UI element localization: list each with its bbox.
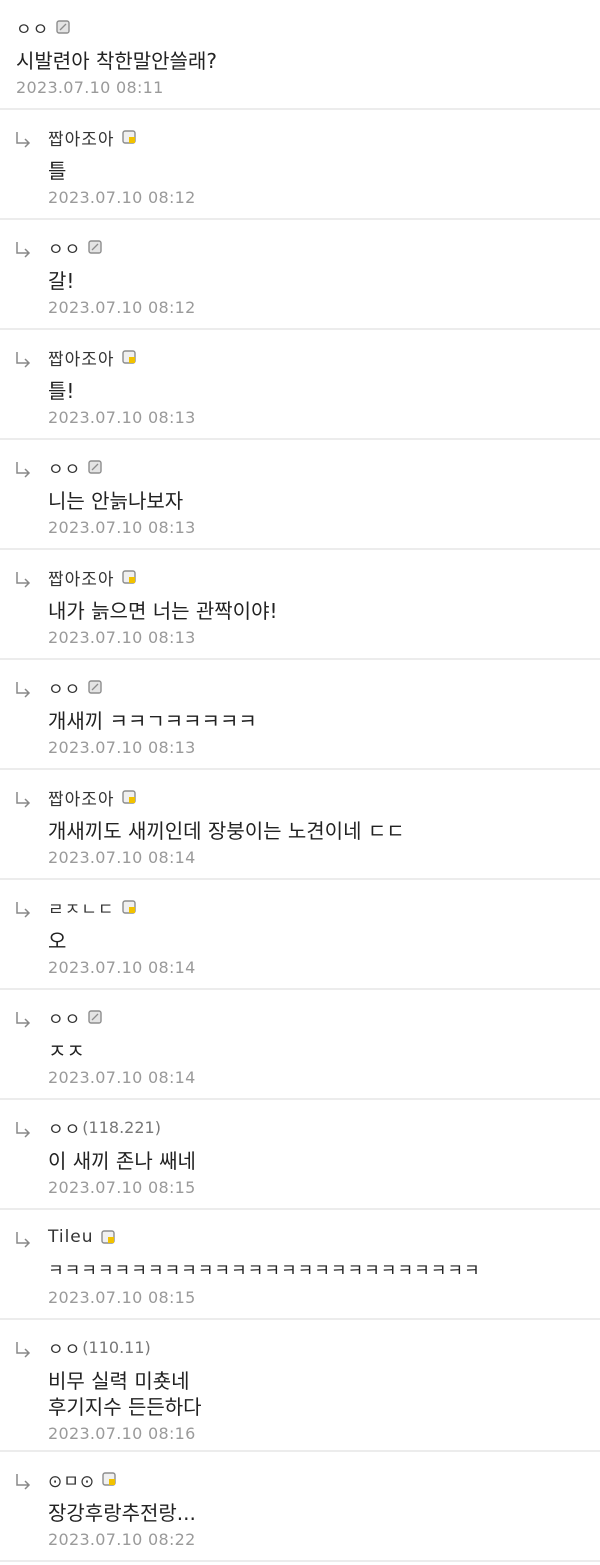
comment-timestamp: 2023.07.10 08:15	[48, 1288, 196, 1307]
reply-arrow-icon	[16, 242, 31, 258]
comment-nickname[interactable]: ㅇㅇ	[48, 1005, 81, 1030]
gold-member-badge-icon	[121, 130, 136, 144]
gold-member-badge-icon	[100, 1230, 115, 1244]
comment-nickname[interactable]: 짭아조아	[48, 125, 115, 150]
reply-arrow-icon	[16, 572, 31, 588]
reply-item: ㅇㅇ 갈! 2023.07.10 08:12	[0, 220, 600, 330]
gold-member-badge-icon	[121, 350, 136, 364]
comment-item: ㅇㅇ 시발련아 착한말안쓸래? 2023.07.10 08:11	[0, 0, 600, 110]
reply-item: ㅇㅇ ㅈㅈ 2023.07.10 08:14	[0, 990, 600, 1100]
comment-nickname[interactable]: ㅇㅇ	[48, 455, 81, 480]
reply-item: ⊙ㅁ⊙ 장강후랑추전랑... 2023.07.10 08:22	[0, 1452, 600, 1562]
reply-item: ㄹㅈㄴㄷ 오 2023.07.10 08:14	[0, 880, 600, 990]
reply-item: 짭아조아 개새끼도 새끼인데 장붕이는 노견이네 ㄷㄷ 2023.07.10 0…	[0, 770, 600, 880]
reply-item: ㅇㅇ 개새끼 ㅋㅋㄱㅋㅋㅋㅋㅋ 2023.07.10 08:13	[0, 660, 600, 770]
comment-timestamp: 2023.07.10 08:11	[16, 78, 164, 97]
gray-member-badge-icon	[88, 460, 102, 474]
comment-nickname[interactable]: ㅇㅇ	[48, 235, 81, 260]
reply-item: ㅇㅇ (110.11) 비무 실력 미춋네 후기지수 든든하다 2023.07.…	[0, 1320, 600, 1452]
comment-timestamp: 2023.07.10 08:15	[48, 1178, 196, 1197]
comment-body: 틀	[48, 159, 67, 183]
comment-timestamp: 2023.07.10 08:14	[48, 1068, 196, 1087]
gray-member-badge-icon	[88, 240, 102, 254]
reply-arrow-icon	[16, 902, 31, 918]
reply-arrow-icon	[16, 462, 31, 478]
comment-nickname[interactable]: 짭아조아	[48, 785, 115, 810]
reply-item: 짭아조아 틀! 2023.07.10 08:13	[0, 330, 600, 440]
comment-timestamp: 2023.07.10 08:14	[48, 848, 196, 867]
reply-arrow-icon	[16, 132, 31, 148]
reply-item: 짭아조아 내가 늙으면 너는 관짝이야! 2023.07.10 08:13	[0, 550, 600, 660]
reply-item: Tileu ㅋㅋㅋㅋㅋㅋㅋㅋㅋㅋㅋㅋㅋㅋㅋㅋㅋㅋㅋㅋㅋㅋㅋㅋㅋㅋ 2023.07…	[0, 1210, 600, 1320]
reply-arrow-icon	[16, 682, 31, 698]
comment-nickname[interactable]: ⊙ㅁ⊙	[48, 1467, 95, 1492]
comment-nickname[interactable]: ㅇㅇ	[16, 15, 49, 40]
comment-body: 개새끼도 새끼인데 장붕이는 노견이네 ㄷㄷ	[48, 819, 405, 843]
comment-timestamp: 2023.07.10 08:14	[48, 958, 196, 977]
comment-nickname[interactable]: 짭아조아	[48, 345, 115, 370]
comment-body: ㅈㅈ	[48, 1039, 85, 1063]
comment-body: 니는 안늙나보자	[48, 489, 184, 513]
comment-nickname[interactable]: ㅇㅇ	[48, 1335, 81, 1360]
comment-nickname[interactable]: 짭아조아	[48, 565, 115, 590]
gold-member-badge-icon	[102, 1472, 116, 1486]
reply-arrow-icon	[16, 352, 31, 368]
comment-ip: (118.221)	[82, 1117, 161, 1137]
comment-body: 갈!	[48, 269, 75, 293]
gold-member-badge-icon	[121, 900, 136, 914]
comment-thread: ㅇㅇ 시발련아 착한말안쓸래? 2023.07.10 08:11 짭아조아 틀 …	[0, 0, 600, 1562]
comment-timestamp: 2023.07.10 08:13	[48, 628, 196, 647]
reply-item: 짭아조아 틀 2023.07.10 08:12	[0, 110, 600, 220]
comment-timestamp: 2023.07.10 08:16	[48, 1424, 196, 1443]
reply-item: ㅇㅇ (118.221) 이 새끼 존나 쌔네 2023.07.10 08:15	[0, 1100, 600, 1210]
comment-body: 시발련아 착한말안쓸래?	[16, 49, 217, 73]
comment-body: 장강후랑추전랑...	[48, 1501, 196, 1525]
comment-timestamp: 2023.07.10 08:13	[48, 518, 196, 537]
comment-body: 비무 실력 미춋네 후기지수 든든하다	[48, 1369, 202, 1419]
comment-nickname[interactable]: ㄹㅈㄴㄷ	[48, 895, 115, 920]
comment-timestamp: 2023.07.10 08:13	[48, 408, 196, 427]
comment-nickname[interactable]: ㅇㅇ	[48, 675, 81, 700]
reply-arrow-icon	[16, 1232, 31, 1248]
comment-timestamp: 2023.07.10 08:12	[48, 188, 196, 207]
comment-timestamp: 2023.07.10 08:12	[48, 298, 196, 317]
comment-body: 개새끼 ㅋㅋㄱㅋㅋㅋㅋㅋ	[48, 709, 257, 733]
comment-nickname[interactable]: Tileu	[48, 1227, 94, 1247]
gray-member-badge-icon	[88, 680, 102, 694]
gray-member-badge-icon	[88, 1010, 102, 1024]
gold-member-badge-icon	[121, 570, 136, 584]
gold-member-badge-icon	[121, 790, 136, 804]
reply-item: ㅇㅇ 니는 안늙나보자 2023.07.10 08:13	[0, 440, 600, 550]
gray-member-badge-icon	[56, 20, 70, 34]
comment-ip: (110.11)	[82, 1337, 151, 1357]
comment-body: ㅋㅋㅋㅋㅋㅋㅋㅋㅋㅋㅋㅋㅋㅋㅋㅋㅋㅋㅋㅋㅋㅋㅋㅋㅋㅋ	[48, 1261, 481, 1281]
reply-arrow-icon	[16, 792, 31, 808]
reply-arrow-icon	[16, 1474, 31, 1490]
comment-body: 내가 늙으면 너는 관짝이야!	[48, 599, 278, 623]
comment-body: 틀!	[48, 379, 75, 403]
comment-timestamp: 2023.07.10 08:13	[48, 738, 196, 757]
reply-arrow-icon	[16, 1012, 31, 1028]
reply-arrow-icon	[16, 1122, 31, 1138]
reply-arrow-icon	[16, 1342, 31, 1358]
comment-nickname[interactable]: ㅇㅇ	[48, 1115, 81, 1140]
comment-body: 오	[48, 929, 67, 953]
comment-timestamp: 2023.07.10 08:22	[48, 1530, 196, 1549]
comment-body: 이 새끼 존나 쌔네	[48, 1149, 196, 1173]
